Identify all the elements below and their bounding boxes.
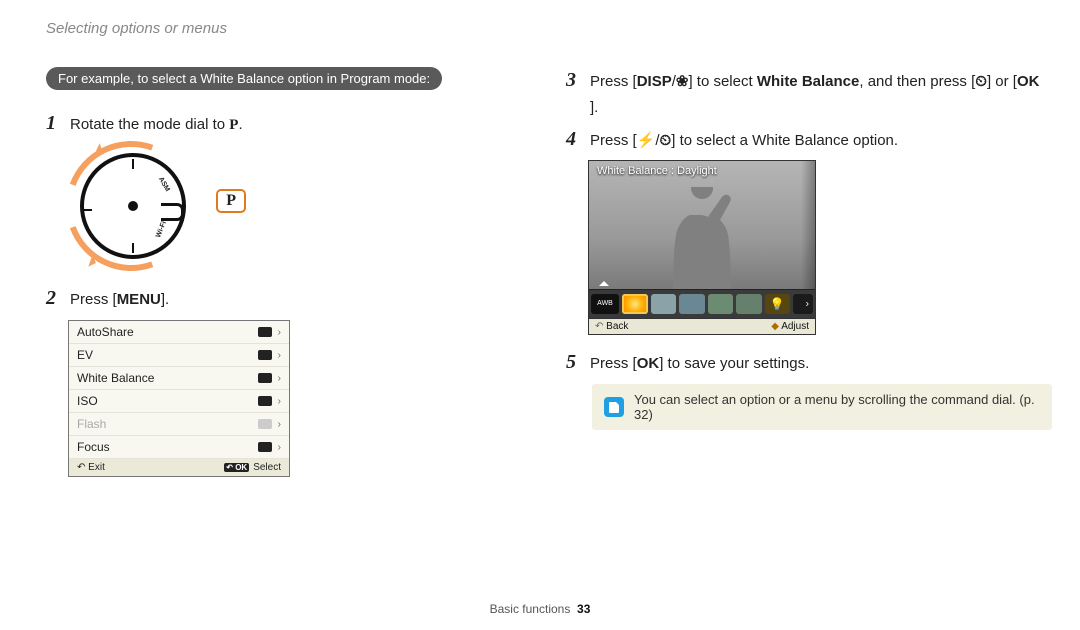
mode-dial-illustration: ASM Wi-Fi P <box>66 147 236 267</box>
menu-item-label: AutoShare <box>77 325 134 339</box>
wb-option-more[interactable] <box>793 294 813 314</box>
wb-option-fluorescent-1[interactable] <box>679 294 705 314</box>
wb-option-fluorescent-2[interactable] <box>708 294 734 314</box>
timer-icon: ⏲ <box>660 128 672 154</box>
iso-icon <box>258 396 272 406</box>
menu-footer: Exit OK Select <box>69 459 289 476</box>
step-2: 2 Press [MENU]. <box>46 285 526 313</box>
t: , and then press [ <box>859 73 975 90</box>
t: ] to select <box>688 73 756 90</box>
menu-item-white-balance[interactable]: White Balance › <box>69 367 289 390</box>
wb-option-daylight[interactable] <box>622 294 648 314</box>
t: AWB <box>597 300 613 307</box>
disp-button-glyph: DISP <box>637 69 672 95</box>
menu-item-iso[interactable]: ISO › <box>69 390 289 413</box>
chevron-right-icon: › <box>278 442 281 453</box>
t: ] to save your settings. <box>659 355 809 372</box>
wb-option-fluorescent-3[interactable] <box>736 294 762 314</box>
page-header: Selecting options or menus <box>46 20 1034 37</box>
white-balance-bold: White Balance <box>757 73 860 90</box>
menu-item-label: Flash <box>77 417 106 431</box>
wb-footer: ↶ Back ◆ Adjust <box>589 318 815 334</box>
chevron-right-icon: › <box>278 419 281 430</box>
footer-page-number: 33 <box>577 602 590 616</box>
example-label: For example, to select a White Balance o… <box>46 67 442 90</box>
wb-title: White Balance : Daylight <box>597 165 717 177</box>
note-icon <box>604 397 624 417</box>
step-1-number: 1 <box>46 110 70 139</box>
macro-icon: ❀ <box>676 69 689 95</box>
menu-item-ev[interactable]: EV › <box>69 344 289 367</box>
menu-item-label: White Balance <box>77 371 154 385</box>
ok-chip-icon: OK <box>224 463 249 472</box>
page-footer: Basic functions 33 <box>0 602 1080 616</box>
dial-mark-asm: ASM <box>157 176 171 193</box>
dial-p-callout: P <box>216 189 246 213</box>
menu-screenshot: AutoShare › EV › White Balance › ISO › F… <box>68 320 290 477</box>
menu-footer-exit: Exit <box>77 462 105 473</box>
chevron-right-icon: › <box>278 327 281 338</box>
autoshare-icon <box>258 327 272 337</box>
focus-icon <box>258 442 272 452</box>
person-silhouette-icon <box>662 187 742 289</box>
menu-item-label: ISO <box>77 394 98 408</box>
chevron-right-icon: › <box>278 373 281 384</box>
menu-item-focus[interactable]: Focus › <box>69 436 289 459</box>
step-2-number: 2 <box>46 285 70 313</box>
ok-button-glyph: OK <box>637 351 660 377</box>
menu-item-autoshare[interactable]: AutoShare › <box>69 321 289 344</box>
step-5: 5 Press [OK] to save your settings. <box>566 349 1046 377</box>
t: Press [ <box>590 132 637 149</box>
step-1-text-b: . <box>238 116 242 133</box>
flash-icon: ⚡ <box>637 128 656 154</box>
right-column: 3 Press [DISP/❀] to select White Balance… <box>566 67 1046 477</box>
t: ] or [ <box>987 73 1017 90</box>
wb-footer-adjust: Adjust <box>781 321 809 332</box>
left-column: For example, to select a White Balance o… <box>46 67 526 477</box>
step-2-text-a: Press [ <box>70 291 117 308</box>
step-3-number: 3 <box>566 67 590 120</box>
flash-icon <box>258 419 272 429</box>
ev-icon <box>258 350 272 360</box>
t: ] to select a White Balance option. <box>671 132 898 149</box>
chevron-right-icon: › <box>278 350 281 361</box>
wb-option-cloudy[interactable] <box>651 294 677 314</box>
t: Press [ <box>590 355 637 372</box>
dial-mark-wifi: Wi-Fi <box>155 220 168 238</box>
step-3: 3 Press [DISP/❀] to select White Balance… <box>566 67 1046 120</box>
white-balance-icon <box>258 373 272 383</box>
step-4-number: 4 <box>566 126 590 154</box>
step-4: 4 Press [⚡/⏲] to select a White Balance … <box>566 126 1046 154</box>
menu-item-label: EV <box>77 348 93 362</box>
footer-section: Basic functions <box>490 602 571 616</box>
note-text: You can select an option or a menu by sc… <box>634 392 1040 422</box>
wb-option-tungsten[interactable]: 💡 <box>765 294 791 314</box>
wb-option-strip: AWB 💡 › <box>589 289 815 318</box>
menu-item-label: Focus <box>77 440 110 454</box>
step-1-text-a: Rotate the mode dial to <box>70 116 229 133</box>
menu-footer-select: Select <box>253 462 281 473</box>
step-1: 1 Rotate the mode dial to P. <box>46 110 526 139</box>
wb-footer-back: Back <box>606 321 628 332</box>
timer-icon: ⏲ <box>975 69 987 95</box>
step-5-number: 5 <box>566 349 590 377</box>
note-box: You can select an option or a menu by sc… <box>592 384 1052 430</box>
chevron-right-icon: › <box>278 396 281 407</box>
menu-item-flash: Flash › <box>69 413 289 436</box>
t: Press [ <box>590 73 637 90</box>
chevron-right-icon[interactable]: › <box>806 298 809 309</box>
ok-button-glyph: OK <box>1017 69 1040 95</box>
step-2-text-b: ]. <box>161 291 169 308</box>
menu-button-glyph: MENU <box>117 287 161 313</box>
white-balance-screenshot: White Balance : Daylight AWB 💡 <box>588 160 816 335</box>
wb-option-auto[interactable]: AWB <box>591 294 619 314</box>
t: ]. <box>590 99 598 116</box>
